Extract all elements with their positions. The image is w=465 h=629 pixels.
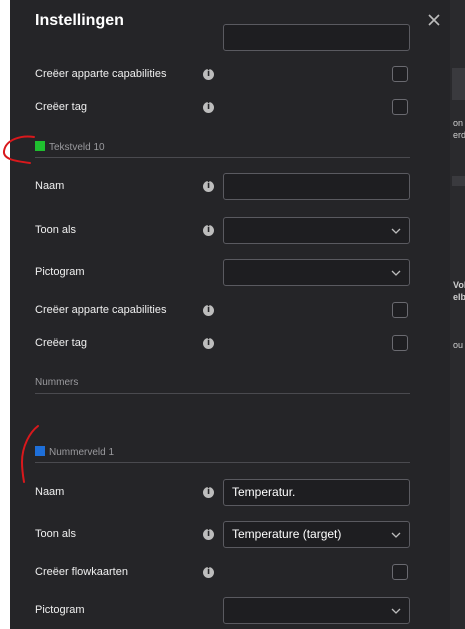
- section-header-tekstveld: Tekstveld 10: [35, 141, 105, 153]
- section-divider: [35, 157, 410, 158]
- icon-label: Pictogram: [35, 604, 85, 616]
- background-text-fragment: ou: [453, 340, 464, 350]
- create-tag-checkbox[interactable]: [392, 335, 408, 351]
- info-icon[interactable]: i: [203, 225, 214, 236]
- background-text-fragment: erd: [453, 130, 465, 140]
- create-tag-checkbox[interactable]: [392, 99, 408, 115]
- close-icon: [428, 14, 440, 26]
- left-window-edge: [0, 0, 10, 629]
- info-icon[interactable]: i: [203, 338, 214, 349]
- section-title: Nummerveld 1: [49, 447, 115, 458]
- display-as-select[interactable]: [223, 217, 410, 244]
- create-capabilities-label: Creëer apparte capabilities: [35, 304, 167, 316]
- chevron-down-icon: [391, 228, 401, 234]
- create-capabilities-label: Creëer apparte capabilities: [35, 68, 167, 80]
- create-capabilities-checkbox[interactable]: [392, 66, 408, 82]
- section-header-nummerveld: Nummerveld 1: [35, 446, 114, 458]
- icon-select[interactable]: [223, 259, 410, 286]
- background-text-fragment: elb: [453, 292, 465, 302]
- group-header-nummers: Nummers: [35, 377, 79, 388]
- info-icon[interactable]: i: [203, 487, 214, 498]
- chevron-down-icon: [391, 532, 401, 538]
- icon-select[interactable]: [223, 597, 410, 624]
- create-flowcards-label: Creëer flowkaarten: [35, 566, 128, 578]
- close-button[interactable]: [424, 10, 444, 30]
- name-input[interactable]: [223, 173, 410, 200]
- name-input[interactable]: Temperatur.: [223, 479, 410, 506]
- display-as-value: Temperature (target): [232, 527, 342, 541]
- annotation-mark: [2, 135, 35, 164]
- name-input-value: Temperatur.: [232, 485, 296, 499]
- background-thumbnail: [452, 176, 465, 186]
- name-label: Naam: [35, 180, 65, 192]
- dialog-title: Instellingen: [35, 12, 124, 29]
- chevron-down-icon: [391, 270, 401, 276]
- create-flowcards-checkbox[interactable]: [392, 564, 408, 580]
- background-app-strip: on erd Vol elb ou: [450, 0, 465, 629]
- background-text-fragment: on: [453, 118, 464, 128]
- previous-field-input[interactable]: [223, 24, 410, 51]
- info-icon[interactable]: i: [203, 529, 214, 540]
- info-icon[interactable]: i: [203, 181, 214, 192]
- settings-dialog: Instellingen Creëer apparte capabilities…: [10, 0, 450, 629]
- group-divider: [35, 393, 410, 394]
- icon-label: Pictogram: [35, 266, 85, 278]
- background-thumbnail: [452, 68, 465, 100]
- create-capabilities-checkbox[interactable]: [392, 302, 408, 318]
- section-title: Tekstveld 10: [49, 142, 105, 153]
- background-text-fragment: Vol: [453, 280, 465, 290]
- section-divider: [35, 462, 410, 463]
- annotation-mark: [20, 425, 39, 483]
- info-icon[interactable]: i: [203, 69, 214, 80]
- chevron-down-icon: [391, 608, 401, 614]
- display-as-label: Toon als: [35, 224, 76, 236]
- display-as-label: Toon als: [35, 528, 76, 540]
- create-tag-label: Creëer tag: [35, 101, 87, 113]
- info-icon[interactable]: i: [203, 305, 214, 316]
- create-tag-label: Creëer tag: [35, 337, 87, 349]
- info-icon[interactable]: i: [203, 102, 214, 113]
- info-icon[interactable]: i: [203, 567, 214, 578]
- display-as-select[interactable]: Temperature (target): [223, 521, 410, 548]
